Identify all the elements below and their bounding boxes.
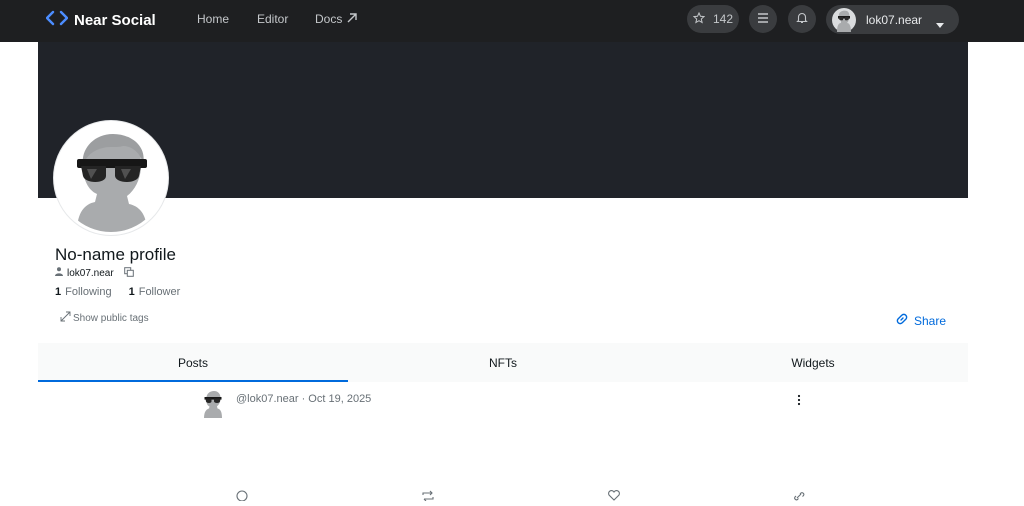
account-avatar: [832, 8, 856, 37]
bell-icon: [796, 11, 808, 27]
following-label: Following: [65, 286, 112, 298]
post-author-avatar[interactable]: [200, 388, 226, 418]
show-public-tags-button[interactable]: Show public tags: [60, 311, 149, 325]
notifications-button[interactable]: [788, 5, 816, 33]
following-link[interactable]: 1 Following: [55, 286, 112, 298]
follower-count: 1: [128, 286, 135, 298]
top-navbar: Near Social Home Editor Docs 142 lok07.n…: [0, 0, 1024, 42]
hamburger-icon: [757, 12, 769, 26]
brand-logo[interactable]: Near Social: [45, 10, 156, 31]
tab-label: NFTs: [489, 355, 517, 370]
code-brackets-icon: [45, 10, 69, 31]
profile-avatar: [54, 121, 168, 235]
nav-link-docs[interactable]: Docs: [315, 12, 358, 26]
nav-link-label: Editor: [257, 12, 289, 26]
expand-arrows-icon: [60, 311, 71, 325]
heart-icon: [607, 488, 621, 505]
profile-handle-row: lok07.near: [55, 266, 134, 280]
followers-link[interactable]: 1 Follower: [129, 286, 181, 298]
post-menu-button[interactable]: [796, 393, 802, 406]
following-count: 1: [55, 286, 62, 298]
nav-link-label: Home: [197, 12, 230, 26]
user-icon: [55, 267, 63, 279]
follower-label: Follower: [138, 286, 181, 298]
like-button[interactable]: [607, 488, 621, 501]
tab-widgets[interactable]: Widgets: [658, 343, 968, 382]
show-public-tags-label: Show public tags: [73, 312, 149, 324]
nav-link-label: Docs: [315, 12, 343, 26]
nav-link-home[interactable]: Home: [197, 12, 229, 26]
menu-button[interactable]: [749, 5, 777, 33]
profile-name: No-name profile: [55, 245, 176, 264]
tab-label: Posts: [177, 355, 208, 370]
share-post-button[interactable]: [792, 488, 806, 501]
profile-handle: lok07.near: [67, 267, 114, 279]
share-button[interactable]: Share: [895, 312, 946, 329]
external-arrow-icon: [347, 12, 358, 26]
caret-down-icon: [936, 16, 944, 34]
brand-name: Near Social: [74, 11, 156, 29]
link-icon: [895, 312, 909, 329]
post-meta: @lok07.near · Oct 19, 2025: [236, 393, 372, 405]
kebab-icon: [796, 393, 802, 410]
comment-icon: [235, 488, 249, 505]
follow-stats: 1 Following 1 Follower: [55, 286, 180, 298]
tab-label: Widgets: [791, 355, 835, 370]
nav-link-editor[interactable]: Editor: [257, 12, 288, 26]
profile-banner: [38, 42, 968, 198]
account-dropdown[interactable]: lok07.near: [826, 5, 959, 34]
star-button[interactable]: 142: [687, 5, 739, 33]
star-count: 142: [712, 12, 734, 26]
tab-nfts[interactable]: NFTs: [348, 343, 658, 382]
repost-icon: [421, 488, 435, 505]
link-icon: [792, 488, 806, 505]
profile-tabs: Posts NFTs Widgets: [38, 343, 968, 382]
star-icon: [692, 11, 706, 27]
account-name: lok07.near: [866, 13, 923, 27]
tab-posts[interactable]: Posts: [38, 343, 348, 382]
share-label: Share: [914, 313, 947, 328]
repost-button[interactable]: [421, 488, 435, 502]
copy-icon[interactable]: [123, 266, 134, 280]
comment-button[interactable]: [235, 488, 249, 502]
